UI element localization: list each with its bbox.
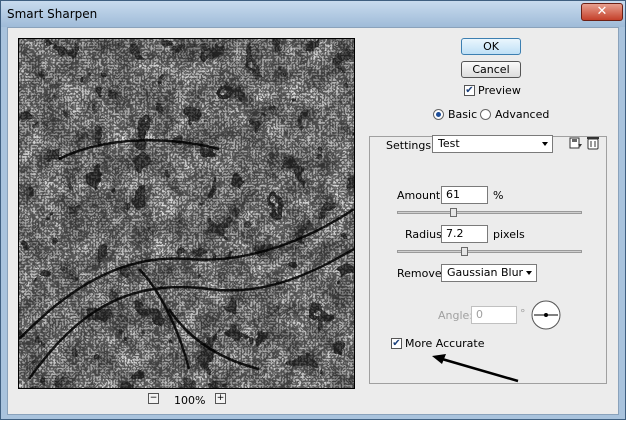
preview-label: Preview [478,84,521,97]
basic-label: Basic [448,108,478,121]
preview-checkbox[interactable]: ✔ [464,85,475,96]
amount-slider-thumb[interactable] [450,208,458,217]
preview-image[interactable] [18,38,355,389]
radius-slider-track[interactable] [397,250,582,253]
delete-settings-icon[interactable] [586,135,600,150]
amount-field[interactable]: 61 [441,186,488,204]
smart-sharpen-dialog: Smart Sharpen ✕ − 100% + OK Cancel ✔ Pre… [0,0,626,420]
zoom-out-button[interactable]: − [148,393,159,404]
dialog-body: − 100% + OK Cancel ✔ Preview Basic Advan… [7,27,619,415]
radius-label: Radius: [405,228,446,241]
annotation-arrow-icon [432,354,519,383]
amount-label: Amount: [397,189,444,202]
radius-field[interactable]: 7.2 [441,225,488,243]
settings-label: Settings: [386,139,435,152]
remove-label: Remove: [397,267,446,280]
basic-radio[interactable] [433,109,444,120]
close-button[interactable]: ✕ [581,3,623,21]
radius-unit: pixels [493,228,525,241]
angle-field[interactable]: 0 [471,306,517,324]
remove-dropdown[interactable]: Gaussian Blur [441,264,537,282]
elephant-skin-texture [19,39,354,388]
zoom-level: 100% [174,394,206,407]
advanced-radio[interactable] [480,109,491,120]
chevron-down-icon [542,142,548,146]
cancel-button[interactable]: Cancel [461,61,521,78]
angle-unit: ° [520,307,526,320]
save-settings-icon[interactable] [569,136,583,150]
angle-dial-icon[interactable] [530,299,562,331]
zoom-out-label: − [148,393,159,404]
remove-value: Gaussian Blur [447,266,524,279]
advanced-label: Advanced [495,108,550,121]
chevron-down-icon [526,271,532,275]
radius-slider-thumb[interactable] [460,247,468,256]
amount-unit: % [493,189,504,202]
amount-slider-track[interactable] [397,211,582,214]
settings-value: Test [438,137,460,150]
angle-label: Angle: [438,309,474,322]
title-bar[interactable]: Smart Sharpen ✕ [1,1,625,27]
window-title: Smart Sharpen [7,7,98,21]
more-accurate-label: More Accurate [405,337,485,350]
ok-button[interactable]: OK [461,38,521,55]
zoom-in-label: + [215,393,226,404]
settings-dropdown[interactable]: Test [432,135,553,153]
zoom-in-button[interactable]: + [215,393,226,404]
more-accurate-checkbox[interactable]: ✔ [391,338,402,349]
